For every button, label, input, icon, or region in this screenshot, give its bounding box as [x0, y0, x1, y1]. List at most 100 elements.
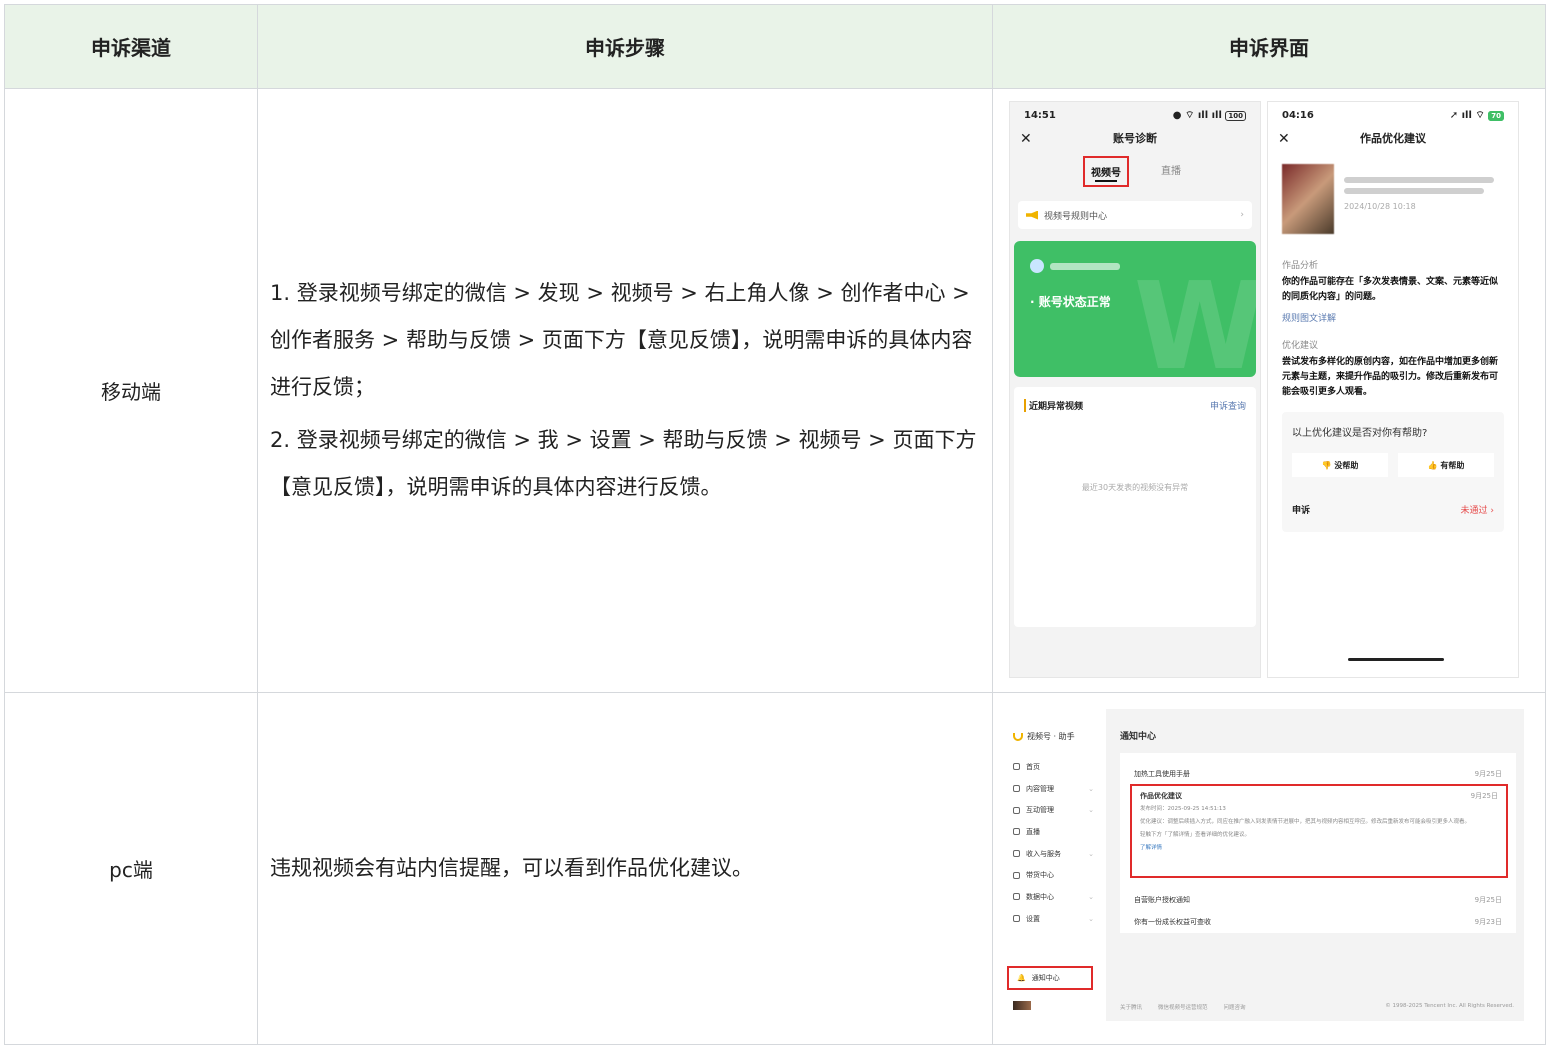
- status-bar: 04:16 ➚ ıll ⌔ 70: [1268, 102, 1518, 128]
- feedback-question: 以上优化建议是否对你有帮助?: [1292, 428, 1428, 439]
- sidebar-item-data[interactable]: 数据中心 ⌄: [1001, 886, 1106, 908]
- chevron-down-icon: ⌄: [1088, 849, 1094, 858]
- account-status-card: · 账号状态正常 W: [1014, 241, 1256, 377]
- speaker-icon: [1026, 210, 1038, 220]
- message-icon: [1013, 806, 1020, 814]
- appeal-table: 申诉渠道 申诉步骤 申诉界面 移动端 1. 登录视频号绑定的微信 > 发现 > …: [4, 4, 1546, 1045]
- header-channel: 申诉渠道: [4, 4, 258, 89]
- close-icon[interactable]: ✕: [1020, 128, 1032, 150]
- feedback-buttons: 👎 没帮助 👍 有帮助: [1292, 453, 1494, 477]
- chart-icon: [1013, 893, 1020, 901]
- table-row: 移动端 1. 登录视频号绑定的微信 > 发现 > 视频号 > 右上角人像 > 创…: [4, 88, 1546, 693]
- battery-icon: 100: [1225, 110, 1246, 121]
- footer-link[interactable]: 微信视频号运营规范: [1158, 1003, 1208, 1011]
- sidebar-item-interaction[interactable]: 互动管理 ⌄: [1001, 799, 1106, 821]
- sidebar-item-label: 首页: [1026, 762, 1040, 771]
- sidebar-item-label: 收入与服务: [1026, 849, 1061, 858]
- income-icon: [1013, 850, 1020, 858]
- home-indicator: [1348, 658, 1444, 661]
- blurred-work-title: [1344, 177, 1494, 183]
- pc-screenshot: 视频号 · 助手 首页 内容管理 ⌄ 互动管理 ⌄ 直播 收入与服务 ⌄ 带货中心 数…: [1001, 709, 1524, 1021]
- page-title: 通知中心: [1120, 732, 1157, 742]
- analysis-section: 作品分析 你的作品可能存在「多次发表情景、文案、元素等近似的同质化内容」的问题。…: [1282, 258, 1504, 324]
- analysis-body: 你的作品可能存在「多次发表情景、文案、元素等近似的同质化内容」的问题。: [1282, 277, 1499, 302]
- learn-more-link[interactable]: 了解详情: [1140, 844, 1498, 853]
- steps-cell: 1. 登录视频号绑定的微信 > 发现 > 视频号 > 右上角人像 > 创作者中心…: [257, 88, 993, 693]
- status-icons: ● ⌔ ıll ıll 100: [1173, 109, 1246, 122]
- tab-channels[interactable]: 视频号: [1083, 156, 1129, 187]
- helpful-label: 有帮助: [1440, 460, 1465, 470]
- clock: 14:51: [1024, 109, 1056, 121]
- rule-center-link[interactable]: 视频号规则中心 ›: [1018, 201, 1252, 229]
- list-item[interactable]: 加热工具使用手册 9月25日: [1120, 763, 1516, 785]
- appeal-query-link[interactable]: 申诉查询: [1210, 399, 1246, 412]
- brand-name: 视频号 · 助手: [1027, 732, 1075, 741]
- tab-live[interactable]: 直播: [1155, 156, 1187, 187]
- work-preview[interactable]: 2024/10/28 10:18: [1282, 164, 1504, 234]
- appeal-status: 未通过 ›: [1460, 506, 1494, 516]
- tab-bar: 视频号 直播: [1010, 156, 1260, 187]
- item-title: 作品优化建议: [1140, 792, 1182, 800]
- pc-sidebar: 视频号 · 助手 首页 内容管理 ⌄ 互动管理 ⌄ 直播 收入与服务 ⌄ 带货中心 数…: [1001, 709, 1106, 1021]
- sidebar-item-label: 直播: [1026, 827, 1040, 836]
- sidebar-item-label: 通知中心: [1031, 974, 1060, 982]
- gear-icon: [1013, 915, 1020, 923]
- sidebar-item-sales[interactable]: 带货中心: [1001, 864, 1106, 886]
- header-steps: 申诉步骤: [257, 4, 993, 89]
- brand-logo: 视频号 · 助手: [1013, 731, 1106, 742]
- status-icons: ➚ ıll ⌔ 70: [1450, 109, 1504, 122]
- highlighted-notification[interactable]: 作品优化建议 9月25日 发布时间：2025-09-25 14:51:13 优化建…: [1130, 784, 1508, 878]
- list-item[interactable]: 你有一份成长权益可查收 9月23日: [1120, 911, 1516, 933]
- status-bar: 14:51 ● ⌔ ıll ıll 100: [1010, 102, 1260, 128]
- publish-time: 发布时间：2025-09-25 14:51:13: [1140, 806, 1226, 812]
- step-text: 2. 登录视频号绑定的微信 > 我 > 设置 > 帮助与反馈 > 视频号 > 页…: [270, 428, 977, 499]
- watermark-graphic: W: [1133, 258, 1256, 377]
- copyright: © 1998-2025 Tencent Inc. All Rights Rese…: [1385, 1003, 1514, 1009]
- sidebar-item-label: 设置: [1026, 914, 1040, 923]
- blurred-account-name: [1050, 262, 1120, 270]
- sidebar-item-home[interactable]: 首页: [1001, 756, 1106, 778]
- recent-abnormal-section: 近期异常视频 申诉查询 最近30天发表的视频没有异常: [1014, 387, 1256, 627]
- work-info: 2024/10/28 10:18: [1344, 164, 1494, 234]
- sidebar-item-live[interactable]: 直播: [1001, 821, 1106, 843]
- helpful-button[interactable]: 👍 有帮助: [1398, 453, 1494, 477]
- thumbs-down-icon: 👎: [1321, 460, 1332, 470]
- suggestion-label: 优化建议: [1282, 341, 1319, 351]
- appeal-status-text: 未通过: [1460, 506, 1488, 516]
- content-icon: [1013, 785, 1020, 793]
- step-text: 1. 登录视频号绑定的微信 > 发现 > 视频号 > 右上角人像 > 创作者中心…: [270, 281, 973, 399]
- analysis-label: 作品分析: [1282, 261, 1319, 271]
- empty-state: 最近30天发表的视频没有异常: [1081, 483, 1189, 492]
- clock: 04:16: [1282, 109, 1314, 121]
- work-thumbnail: [1282, 164, 1334, 234]
- rules-link[interactable]: 规则图文详解: [1282, 311, 1504, 324]
- battery-icon: 70: [1488, 110, 1504, 121]
- sidebar-item-settings[interactable]: 设置 ⌄: [1001, 908, 1106, 930]
- item-title: 你有一份成长权益可查收: [1134, 918, 1211, 926]
- not-helpful-button[interactable]: 👎 没帮助: [1292, 453, 1388, 477]
- rule-center-label: 视频号规则中心: [1044, 211, 1108, 222]
- avatar[interactable]: [1013, 1001, 1031, 1010]
- sidebar-item-income[interactable]: 收入与服务 ⌄: [1001, 843, 1106, 865]
- footer-link[interactable]: 关于腾讯: [1120, 1003, 1142, 1011]
- suggestion-section: 优化建议 尝试发布多样化的原创内容，如在作品中增加更多创新元素与主题，来提升作品…: [1282, 338, 1504, 400]
- bell-icon: 🔔: [1017, 974, 1026, 982]
- list-item[interactable]: 自营账户授权通知 9月25日: [1120, 889, 1516, 911]
- notification-list: 加热工具使用手册 9月25日 作品优化建议 9月25日 发布时间：2025-09-…: [1120, 753, 1516, 933]
- pc-footer: 关于腾讯 微信视频号运营规范 问题咨询 © 1998-2025 Tencent …: [1120, 1003, 1514, 1011]
- chevron-down-icon: ⌄: [1088, 892, 1094, 901]
- sales-icon: [1013, 871, 1020, 879]
- recent-header: 近期异常视频 申诉查询: [1024, 399, 1246, 412]
- sidebar-item-notification-center[interactable]: 🔔 通知中心: [1007, 966, 1093, 990]
- appeal-row[interactable]: 申诉 未通过 ›: [1292, 503, 1494, 516]
- live-icon: [1013, 828, 1020, 836]
- footer-link[interactable]: 问题咨询: [1224, 1003, 1246, 1011]
- recent-title: 近期异常视频: [1024, 399, 1083, 412]
- sidebar-item-label: 互动管理: [1026, 806, 1054, 815]
- close-icon[interactable]: ✕: [1278, 128, 1290, 150]
- item-date: 9月25日: [1474, 770, 1502, 778]
- sidebar-item-content[interactable]: 内容管理 ⌄: [1001, 778, 1106, 800]
- steps-cell: 违规视频会有站内信提醒，可以看到作品优化建议。: [257, 692, 993, 1045]
- detail-tip: 轻触下方「了解详情」查看详细的优化建议。: [1140, 832, 1251, 838]
- title-text: 作品优化建议: [1360, 132, 1426, 145]
